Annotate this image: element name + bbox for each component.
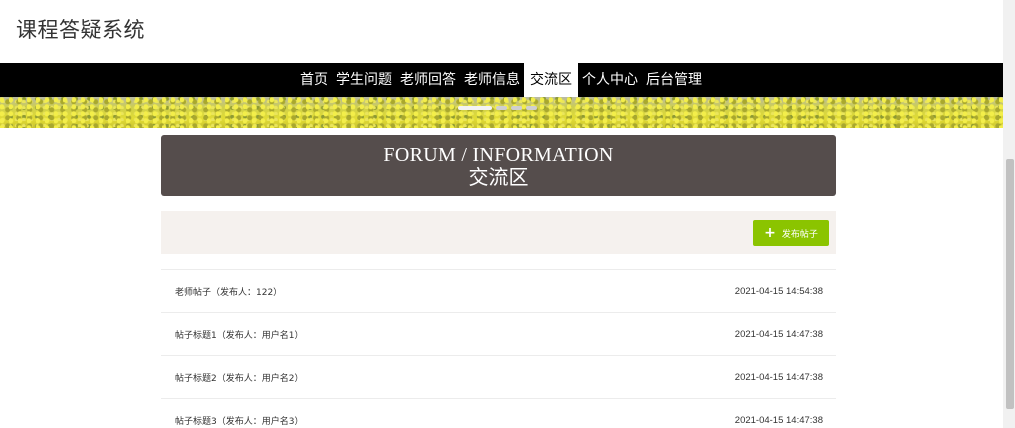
section-title-cn: 交流区 (468, 167, 529, 189)
carousel-indicators (458, 106, 537, 110)
carousel-dot-1[interactable] (458, 106, 492, 110)
nav-item-home[interactable]: 首页 (296, 63, 332, 97)
nav-item-teacher-info[interactable]: 老师信息 (460, 63, 524, 97)
post-date: 2021-04-15 14:47:38 (734, 328, 823, 340)
post-title[interactable]: 帖子标题2（发布人：用户名2） (175, 371, 303, 384)
plus-icon: + (764, 225, 776, 241)
post-row[interactable]: 帖子标题1（发布人：用户名1） 2021-04-15 14:47:38 (161, 312, 836, 355)
post-row[interactable]: 帖子标题2（发布人：用户名2） 2021-04-15 14:47:38 (161, 355, 836, 398)
new-post-button-label: 发布帖子 (781, 229, 818, 240)
nav-item-admin[interactable]: 后台管理 (642, 63, 706, 97)
post-list: 老师帖子（发布人：122） 2021-04-15 14:54:38 帖子标题1（… (161, 269, 836, 428)
post-title[interactable]: 老师帖子（发布人：122） (175, 285, 282, 298)
forum-toolbar: + 发布帖子 (161, 211, 836, 254)
post-date: 2021-04-15 14:47:38 (734, 371, 823, 383)
post-title[interactable]: 帖子标题3（发布人：用户名3） (175, 414, 303, 427)
top-navbar: 首页 学生问题 老师回答 老师信息 交流区 个人中心 后台管理 (0, 63, 1003, 97)
banner-image (0, 97, 1003, 128)
nav-menu: 首页 学生问题 老师回答 老师信息 交流区 个人中心 后台管理 (296, 63, 706, 97)
carousel-dot-3[interactable] (511, 106, 522, 110)
section-title-en: FORUM / INFORMATION (383, 144, 614, 166)
app-title: 课程答疑系统 (16, 18, 145, 42)
carousel-dot-4[interactable] (526, 106, 537, 110)
post-date: 2021-04-15 14:54:38 (734, 285, 823, 297)
nav-item-student-questions[interactable]: 学生问题 (332, 63, 396, 97)
nav-item-user-center[interactable]: 个人中心 (578, 63, 642, 97)
post-row[interactable]: 老师帖子（发布人：122） 2021-04-15 14:54:38 (161, 269, 836, 312)
section-header: FORUM / INFORMATION 交流区 (161, 135, 836, 196)
post-title[interactable]: 帖子标题1（发布人：用户名1） (175, 328, 303, 341)
post-row[interactable]: 帖子标题3（发布人：用户名3） 2021-04-15 14:47:38 (161, 398, 836, 428)
post-date: 2021-04-15 14:47:38 (734, 414, 823, 426)
scrollbar-thumb[interactable] (1006, 159, 1014, 409)
nav-item-forum[interactable]: 交流区 (524, 63, 578, 97)
carousel-dot-2[interactable] (496, 106, 507, 110)
nav-item-teacher-answers[interactable]: 老师回答 (396, 63, 460, 97)
new-post-button[interactable]: + 发布帖子 (753, 220, 829, 246)
